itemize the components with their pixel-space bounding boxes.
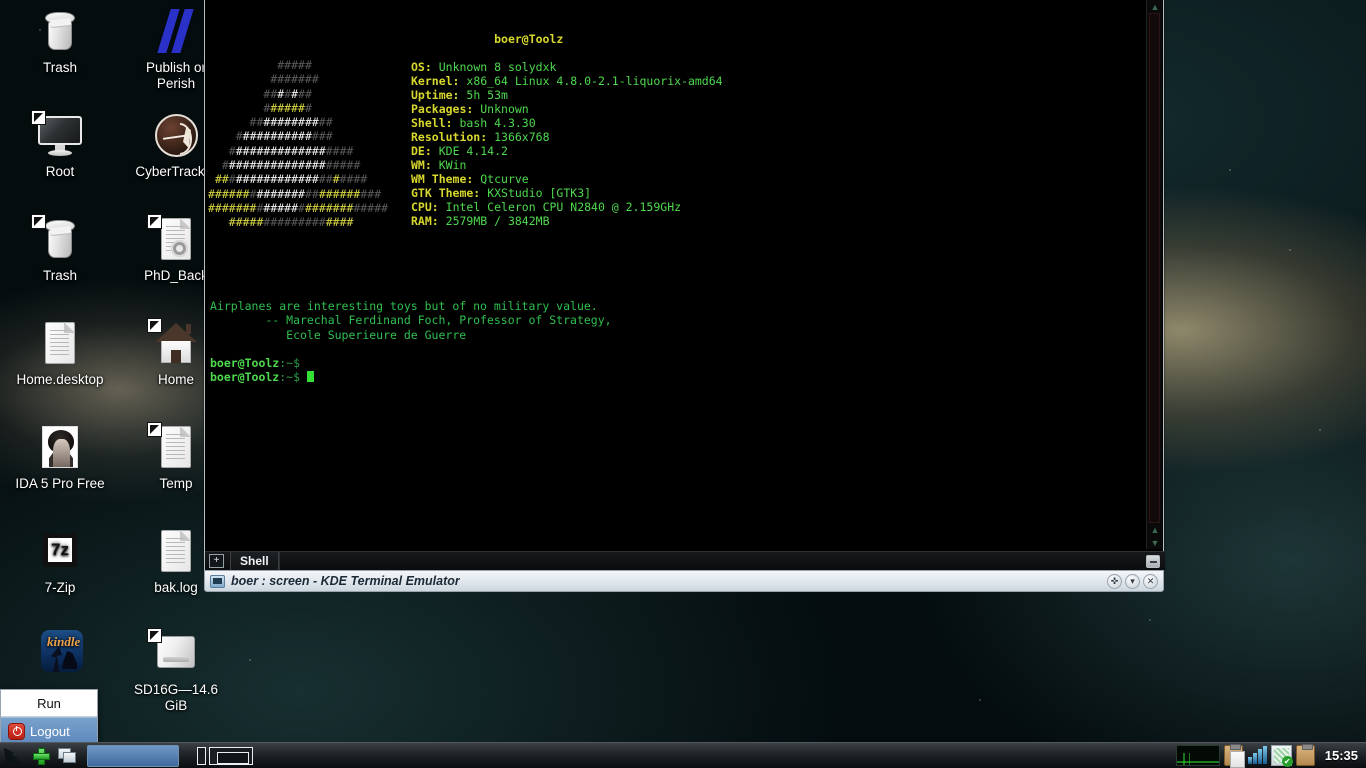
power-icon (9, 724, 24, 739)
tab-shell[interactable]: Shell (230, 552, 279, 571)
house-icon (148, 320, 204, 368)
desktop-icon-label: 7-Zip (12, 580, 108, 596)
publish-or-perish-icon (148, 8, 204, 56)
pager-desktop-2[interactable] (209, 747, 253, 765)
screenfetch-row: Shell: bash 4.3.30 (411, 116, 723, 130)
screenfetch-row: Packages: Unknown (411, 102, 723, 116)
network-bars-icon[interactable] (1247, 745, 1267, 766)
symlink-badge-icon (31, 214, 46, 229)
shade-button[interactable]: ▾ (1125, 574, 1140, 589)
scroll-up-arrow-icon[interactable]: ▲ (1147, 0, 1163, 13)
system-monitor-graph[interactable] (1176, 745, 1220, 766)
tab-label: Shell (240, 554, 269, 568)
text-cursor (307, 371, 314, 382)
desktop-icon-7-zip[interactable]: 7z 7-Zip (12, 528, 108, 596)
context-menu-item-logout[interactable]: Logout (1, 717, 97, 744)
document-gear-icon (148, 216, 204, 264)
desktop-context-menu[interactable]: Run Logout (0, 689, 98, 745)
sevenzip-icon: 7z (32, 528, 88, 576)
document-icon (148, 424, 204, 472)
taskbar-task-button[interactable] (87, 745, 179, 767)
portrait-photo-icon (32, 424, 88, 472)
symlink-badge-icon (147, 628, 162, 643)
desktop-icon-trash[interactable]: Trash (12, 8, 108, 76)
pager-widget[interactable] (197, 747, 253, 765)
terminal-tab-bar[interactable]: + Shell (205, 551, 1165, 570)
window-titlebar[interactable]: boer : screen - KDE Terminal Emulator ✜ … (204, 570, 1164, 592)
context-menu-item-run[interactable]: Run (1, 690, 97, 717)
desktop-icon-label: Trash (12, 268, 108, 284)
document-icon (148, 528, 204, 576)
scroll-up-arrow-icon-bottom[interactable]: ▲ (1147, 523, 1163, 536)
desktop-icon-root[interactable]: Root (12, 112, 108, 180)
screenfetch-row: WM Theme: Qtcurve (411, 172, 723, 186)
close-button[interactable]: ✕ (1143, 574, 1158, 589)
screenfetch-hostname: boer@Toolz (411, 18, 723, 60)
desktop-icon-label: Root (12, 164, 108, 180)
desktop-icon-sd16g[interactable]: SD16G—14.6 GiB (128, 630, 224, 714)
kindle-icon: kindle (32, 628, 88, 676)
tabbar-minimize-button[interactable] (1146, 555, 1160, 568)
desktop-icon-kindle[interactable]: kindle (12, 628, 108, 680)
shell-prompt-lines: boer@Toolz:~$ boer@Toolz:~$ (210, 356, 314, 385)
desktop-icon-home-desktop[interactable]: Home.desktop (12, 320, 108, 388)
context-menu-item-label: Run (37, 696, 61, 711)
symlink-badge-icon (147, 214, 162, 229)
desktop-icon-ida-5-pro-free[interactable]: IDA 5 Pro Free (12, 424, 108, 492)
update-notifier-icon[interactable] (1271, 745, 1292, 766)
terminal-output-area[interactable]: ##### ####### ####### ####### ##########… (206, 0, 1145, 549)
window-title: boer : screen - KDE Terminal Emulator (231, 574, 460, 588)
screenfetch-row: CPU: Intel Celeron CPU N2840 @ 2.159GHz (411, 200, 723, 214)
scroll-down-arrow-icon[interactable]: ▼ (1147, 536, 1163, 549)
scrollbar-track[interactable] (1149, 13, 1160, 523)
sticky-button[interactable]: ✜ (1107, 574, 1122, 589)
sevenzip-glyph: 7z (43, 533, 77, 567)
clipboard-icon[interactable] (1296, 745, 1315, 766)
screenfetch-info-table: boer@Toolz OS: Unknown 8 solydxk Kernel:… (411, 18, 723, 228)
removable-drive-icon (148, 630, 204, 678)
terminal-scrollbar[interactable]: ▲ ▲ ▼ (1146, 0, 1162, 549)
terminal-frame: ##### ####### ####### ####### ##########… (204, 0, 1164, 570)
monitor-icon (32, 112, 88, 160)
taskbar[interactable]: 15:35 (0, 742, 1366, 768)
screenfetch-row: Kernel: x86_64 Linux 4.8.0-2.1-liquorix-… (411, 74, 723, 88)
desktop-icon-label: SD16G—14.6 GiB (128, 682, 224, 714)
screenfetch-row: DE: KDE 4.14.2 (411, 144, 723, 158)
symlink-badge-icon (31, 110, 46, 125)
window-buttons[interactable]: ✜ ▾ ✕ (1107, 574, 1158, 589)
tab-bar-empty-area[interactable] (279, 552, 1146, 571)
fortune-quote: Airplanes are interesting toys but of no… (210, 299, 612, 342)
trash-icon (32, 216, 88, 264)
desktop-icon-label: IDA 5 Pro Free (12, 476, 108, 492)
screenfetch-row: Uptime: 5h 53m (411, 88, 723, 102)
document-icon (32, 320, 88, 368)
klipper-clipboard-icon[interactable] (1224, 745, 1243, 766)
screenfetch-row: Resolution: 1366x768 (411, 130, 723, 144)
screenfetch-row: WM: KWin (411, 158, 723, 172)
screenfetch-row: GTK Theme: KXStudio [GTK3] (411, 186, 723, 200)
desktop-icon-label: Trash (12, 60, 108, 76)
pager-desktop-1[interactable] (197, 747, 206, 765)
show-windows-icon[interactable] (55, 744, 81, 768)
clock[interactable]: 15:35 (1319, 748, 1362, 763)
kde-launcher-icon[interactable] (1, 744, 29, 768)
screenfetch-row: OS: Unknown 8 solydxk (411, 60, 723, 74)
screenfetch-row: RAM: 2579MB / 3842MB (411, 214, 723, 228)
add-widget-icon[interactable] (29, 744, 55, 768)
new-tab-button[interactable]: + (209, 554, 224, 568)
symlink-badge-icon (147, 318, 162, 333)
terminal-window[interactable]: ##### ####### ####### ####### ##########… (204, 0, 1164, 592)
terminal-icon (210, 575, 225, 588)
context-menu-item-label: Logout (30, 724, 70, 739)
system-tray[interactable]: 15:35 (1176, 745, 1366, 766)
symlink-badge-icon (147, 422, 162, 437)
desktop-icon-trash-2[interactable]: Trash (12, 216, 108, 284)
solydxk-ascii-logo: ##### ####### ####### ####### ##########… (208, 58, 388, 230)
desktop-icon-label: Home.desktop (12, 372, 108, 388)
trash-icon (32, 8, 88, 56)
kindle-wordmark: kindle (47, 634, 80, 650)
cybertracker-archer-icon (148, 112, 204, 160)
